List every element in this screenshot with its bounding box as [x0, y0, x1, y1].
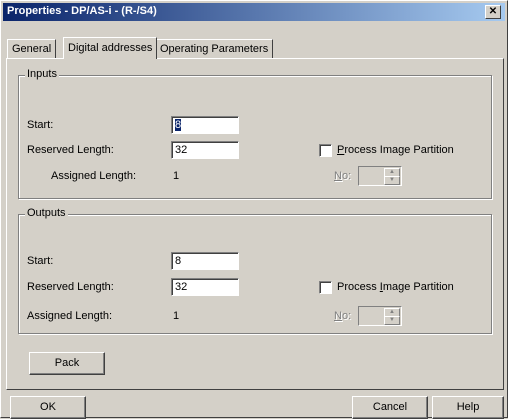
inputs-start-input[interactable]: 8 [171, 116, 239, 134]
inputs-process-image-partition-label: Process Image Partition [337, 144, 454, 156]
tab-digital-addresses[interactable]: Digital addresses [63, 37, 158, 59]
inputs-group-title: Inputs [25, 68, 59, 80]
inputs-no-label: No: [334, 170, 351, 182]
outputs-no-label-accel: N [334, 310, 342, 322]
outputs-reserved-length-value: 32 [175, 281, 188, 293]
outputs-no-spinner[interactable]: ▲ ▼ [358, 306, 402, 326]
window-title: Properties - DP/AS-i - (R-/S4) [7, 5, 157, 17]
inputs-group: Inputs Start: 8 Reserved Length: 32 Proc… [18, 68, 492, 199]
cancel-button[interactable]: Cancel [352, 396, 428, 419]
inputs-assigned-length-label: Assigned Length: [51, 170, 137, 182]
tab-operating-parameters[interactable]: Operating Parameters [155, 39, 274, 58]
ok-button[interactable]: OK [10, 396, 86, 419]
outputs-start-input[interactable]: 8 [171, 252, 239, 270]
inputs-process-image-partition-checkbox[interactable] [319, 144, 332, 157]
title-bar[interactable]: Properties - DP/AS-i - (R-/S4) ✕ [3, 3, 505, 21]
inputs-no-label-post: o: [341, 170, 352, 182]
inputs-start-label: Start: [27, 119, 54, 131]
inputs-no-label-accel: N [334, 170, 342, 182]
outputs-pip-label-pre: Process [337, 281, 380, 293]
inputs-no-spinner[interactable]: ▲ ▼ [358, 166, 402, 186]
outputs-no-label: No: [334, 310, 351, 322]
outputs-process-image-partition-label: Process Image Partition [337, 281, 454, 293]
outputs-process-image-partition-checkbox[interactable] [319, 281, 332, 294]
spin-down-icon[interactable]: ▼ [384, 316, 400, 325]
inputs-start-value: 8 [175, 119, 182, 131]
outputs-start-label: Start: [27, 255, 54, 267]
inputs-pip-label-post: rocess Image Partition [344, 144, 454, 156]
outputs-reserved-length-input[interactable]: 32 [171, 278, 239, 296]
tab-general[interactable]: General [7, 39, 57, 58]
outputs-reserved-length-label: Reserved Length: [27, 281, 114, 293]
outputs-pip-label-post: mage Partition [382, 281, 454, 293]
close-icon: ✕ [488, 6, 498, 17]
properties-dialog: Properties - DP/AS-i - (R-/S4) ✕ General… [0, 0, 508, 419]
tab-panel-digital-addresses: Inputs Start: 8 Reserved Length: 32 Proc… [6, 58, 504, 390]
outputs-start-value: 8 [175, 255, 182, 267]
outputs-group-title: Outputs [25, 207, 68, 219]
inputs-reserved-length-label: Reserved Length: [27, 144, 114, 156]
inputs-assigned-length-value: 1 [173, 170, 180, 182]
outputs-no-label-post: o: [341, 310, 352, 322]
pack-button[interactable]: Pack [29, 352, 105, 375]
outputs-assigned-length-value: 1 [173, 310, 180, 322]
outputs-group: Outputs Start: 8 Reserved Length: 32 Pro… [18, 207, 492, 334]
inputs-reserved-length-input[interactable]: 32 [171, 141, 239, 159]
inputs-reserved-length-value: 32 [175, 144, 188, 156]
spin-down-icon[interactable]: ▼ [384, 176, 400, 185]
outputs-assigned-length-label: Assigned Length: [27, 310, 113, 322]
help-button[interactable]: Help [432, 396, 504, 419]
close-button[interactable]: ✕ [485, 5, 501, 19]
